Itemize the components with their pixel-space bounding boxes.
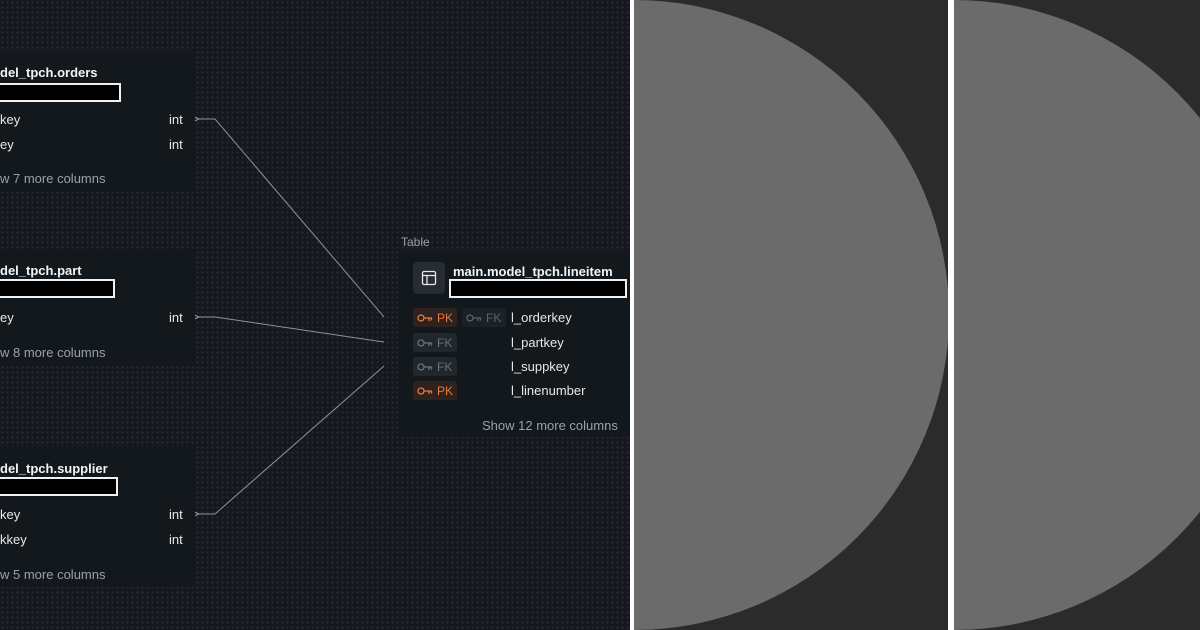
- supplier-column-name: key: [0, 507, 21, 522]
- pk-badge: PK: [413, 308, 457, 327]
- edge-part-lineitem: [199, 317, 385, 343]
- key-icon: [417, 313, 433, 322]
- lineitem-table-title: main.model_tpch.lineitem: [453, 264, 613, 279]
- fk-badge: FK: [413, 333, 457, 352]
- supplier-table-title: del_tpch.supplier: [0, 461, 108, 476]
- part-table-title: del_tpch.part: [0, 263, 82, 278]
- key-icon: [417, 338, 433, 347]
- supplier-table-card[interactable]: del_tpch.supplier key int kkey int w 5 m…: [0, 447, 195, 587]
- lineitem-column-name: l_partkey: [511, 335, 564, 350]
- orders-name-field[interactable]: [0, 83, 121, 102]
- preview-panel-b: [954, 0, 1200, 630]
- lineitem-show-more-link[interactable]: Show 12 more columns: [482, 418, 618, 433]
- half-circle-shape: [954, 0, 1200, 630]
- table-icon: [413, 262, 445, 294]
- supplier-column-type: int: [169, 532, 183, 547]
- supplier-column-type: int: [169, 507, 183, 522]
- fk-badge: FK: [462, 308, 506, 327]
- orders-column-name: ey: [0, 137, 14, 152]
- orders-column-type: int: [169, 112, 183, 127]
- supplier-show-more-link[interactable]: w 5 more columns: [0, 567, 105, 582]
- edge-supplier-lineitem: [199, 365, 385, 514]
- key-icon: [466, 313, 482, 322]
- key-icon: [417, 362, 433, 371]
- fk-badge: FK: [413, 357, 457, 376]
- lineitem-table-card[interactable]: main.model_tpch.lineitem PK FK l_orderke…: [398, 252, 630, 437]
- lineitem-caption: Table: [401, 235, 430, 249]
- part-table-card[interactable]: del_tpch.part ey int w 8 more columns: [0, 250, 195, 365]
- preview-panel-a: [634, 0, 948, 630]
- key-icon: [417, 386, 433, 395]
- lineitem-column-name: l_linenumber: [511, 383, 586, 398]
- erd-canvas[interactable]: del_tpch.orders key int ey int w 7 more …: [0, 0, 630, 630]
- lineitem-column-name: l_orderkey: [511, 310, 572, 325]
- part-show-more-link[interactable]: w 8 more columns: [0, 345, 105, 360]
- edge-orders-lineitem: [199, 119, 385, 318]
- supplier-column-name: kkey: [0, 532, 27, 547]
- orders-column-type: int: [169, 137, 183, 152]
- lineitem-column-name: l_suppkey: [511, 359, 570, 374]
- half-circle-shape: [634, 0, 948, 630]
- orders-column-name: key: [0, 112, 21, 127]
- orders-show-more-link[interactable]: w 7 more columns: [0, 171, 105, 186]
- part-name-field[interactable]: [0, 279, 115, 298]
- orders-table-card[interactable]: del_tpch.orders key int ey int w 7 more …: [0, 52, 195, 192]
- lineitem-name-field[interactable]: [449, 279, 627, 298]
- orders-table-title: del_tpch.orders: [0, 65, 98, 80]
- part-column-type: int: [169, 310, 183, 325]
- part-column-name: ey: [0, 310, 14, 325]
- pk-badge: PK: [413, 381, 457, 400]
- supplier-name-field[interactable]: [0, 477, 118, 496]
